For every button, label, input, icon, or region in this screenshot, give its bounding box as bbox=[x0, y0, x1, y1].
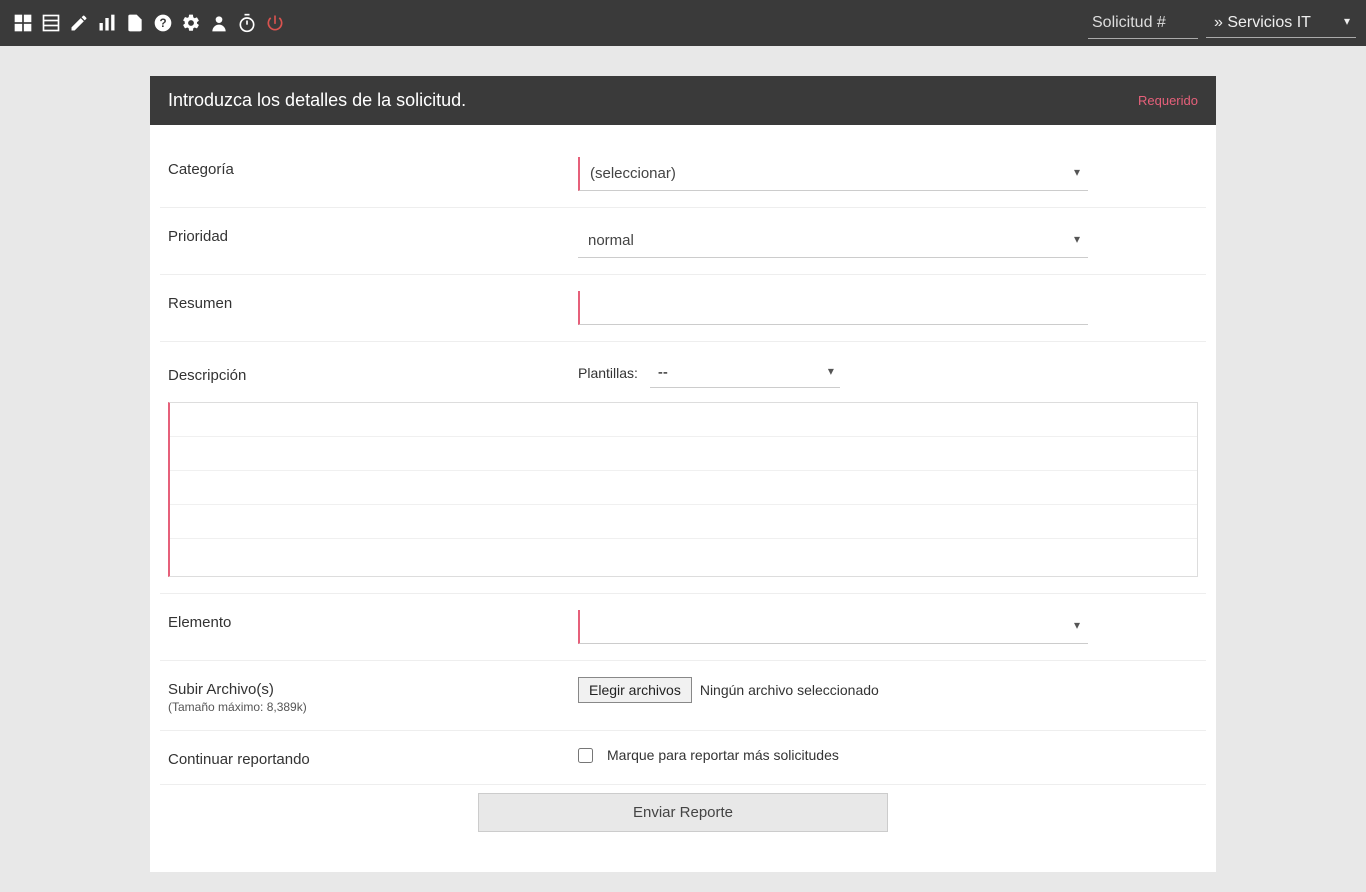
form-body: Categoría (seleccionar) Prioridad normal bbox=[150, 125, 1216, 872]
panel-title: Introduzca los detalles de la solicitud. bbox=[168, 90, 466, 111]
plantillas-select-wrap: -- bbox=[650, 358, 840, 388]
top-toolbar: ? » Servicios IT bbox=[0, 0, 1366, 46]
elemento-select[interactable] bbox=[580, 610, 1088, 643]
row-descripcion: Descripción Plantillas: -- bbox=[160, 342, 1206, 594]
resumen-label: Resumen bbox=[168, 291, 578, 312]
stopwatch-icon[interactable] bbox=[234, 11, 260, 35]
file-status-text: Ningún archivo seleccionado bbox=[700, 682, 879, 698]
power-icon[interactable] bbox=[262, 11, 288, 35]
descripcion-textarea-wrap bbox=[168, 402, 1198, 577]
continuar-check-label: Marque para reportar más solicitudes bbox=[607, 747, 839, 763]
descripcion-label: Descripción bbox=[168, 363, 578, 384]
file-choose-button[interactable]: Elegir archivos bbox=[578, 677, 692, 703]
subir-hint: (Tamaño máximo: 8,389k) bbox=[168, 700, 578, 714]
categoria-label: Categoría bbox=[168, 157, 578, 178]
list-icon[interactable] bbox=[38, 11, 64, 35]
search-group bbox=[1088, 8, 1198, 39]
dashboard-icon[interactable] bbox=[10, 11, 36, 35]
categoria-select-wrap: (seleccionar) bbox=[578, 157, 1088, 191]
search-input[interactable] bbox=[1088, 8, 1198, 39]
project-select-wrap: » Servicios IT bbox=[1206, 8, 1356, 38]
chart-icon[interactable] bbox=[94, 11, 120, 35]
resumen-input[interactable] bbox=[580, 291, 1088, 324]
form-panel: Introduzca los detalles de la solicitud.… bbox=[150, 76, 1216, 872]
panel-header: Introduzca los detalles de la solicitud.… bbox=[150, 76, 1216, 125]
user-icon[interactable] bbox=[206, 11, 232, 35]
plantillas-label: Plantillas: bbox=[578, 365, 638, 381]
row-resumen: Resumen bbox=[160, 275, 1206, 342]
subir-label-col: Subir Archivo(s) (Tamaño máximo: 8,389k) bbox=[168, 677, 578, 714]
file-icon[interactable] bbox=[122, 11, 148, 35]
project-select[interactable]: » Servicios IT bbox=[1206, 8, 1356, 37]
prioridad-label: Prioridad bbox=[168, 224, 578, 245]
categoria-select[interactable]: (seleccionar) bbox=[580, 157, 1088, 190]
continuar-label: Continuar reportando bbox=[168, 747, 578, 768]
resumen-input-wrap bbox=[578, 291, 1088, 325]
prioridad-select-wrap: normal bbox=[578, 224, 1088, 258]
toolbar-icons: ? bbox=[10, 11, 288, 35]
row-prioridad: Prioridad normal bbox=[160, 208, 1206, 275]
plantillas-select[interactable]: -- bbox=[650, 358, 840, 387]
help-icon[interactable]: ? bbox=[150, 11, 176, 35]
descripcion-textarea[interactable] bbox=[170, 403, 1197, 573]
svg-text:?: ? bbox=[159, 17, 166, 30]
submit-button[interactable]: Enviar Reporte bbox=[478, 793, 888, 832]
row-elemento: Elemento bbox=[160, 594, 1206, 661]
row-categoria: Categoría (seleccionar) bbox=[160, 141, 1206, 208]
row-continuar: Continuar reportando Marque para reporta… bbox=[160, 731, 1206, 785]
subir-label: Subir Archivo(s) bbox=[168, 681, 274, 698]
pencil-icon[interactable] bbox=[66, 11, 92, 35]
elemento-select-wrap bbox=[578, 610, 1088, 644]
elemento-label: Elemento bbox=[168, 610, 578, 631]
prioridad-select[interactable]: normal bbox=[578, 224, 1088, 257]
continuar-checkbox[interactable] bbox=[578, 748, 593, 763]
toolbar-right: » Servicios IT bbox=[1088, 8, 1356, 39]
submit-wrap: Enviar Reporte bbox=[160, 785, 1206, 848]
gear-icon[interactable] bbox=[178, 11, 204, 35]
required-legend: Requerido bbox=[1138, 93, 1198, 108]
row-subir: Subir Archivo(s) (Tamaño máximo: 8,389k)… bbox=[160, 661, 1206, 731]
